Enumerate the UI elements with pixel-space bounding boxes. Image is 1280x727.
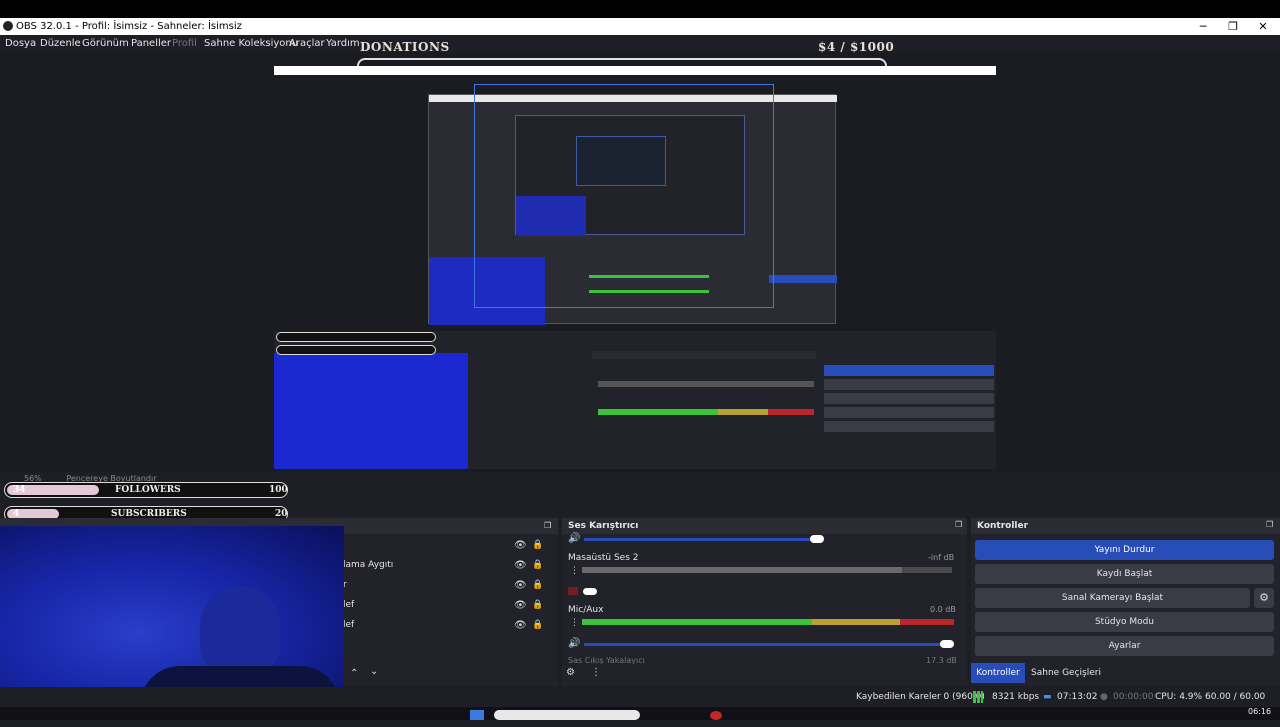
nested-webcam-large [274, 353, 468, 469]
mixer-header: Ses Karıştırıcı [562, 518, 967, 534]
volume-slider-handle[interactable] [583, 588, 597, 595]
mixer-menu-icon[interactable]: ⋮ [591, 667, 601, 678]
taskbar-clock: 06:16 [1248, 707, 1272, 716]
channel-menu-icon[interactable]: ⋮ [570, 618, 579, 628]
followers-goal: 100 [269, 485, 288, 495]
obs-logo-icon [3, 21, 13, 31]
menu-duzenle[interactable]: Düzenle [40, 35, 81, 52]
dropped-frames: Kaybedilen Kareler 0 (960.0) [856, 692, 985, 702]
undock-icon[interactable]: ❐ [544, 518, 551, 534]
menu-dosya[interactable]: Dosya [5, 35, 36, 52]
volume-slider-track[interactable] [584, 643, 944, 646]
close-button[interactable]: ✕ [1248, 18, 1278, 35]
channel-name-desktop: Masaüstü Ses 2 [568, 553, 639, 563]
donations-value: $4 / $1000 [818, 40, 895, 54]
channel-db-capture: 17.3 dB [926, 656, 957, 664]
preview-canvas[interactable] [274, 66, 996, 469]
move-down-icon[interactable]: ⌄ [370, 666, 378, 677]
channel-name-capture: Sas Cıkış Yakalayıcı [568, 656, 645, 664]
stream-time: 07:13:02 [1057, 692, 1098, 702]
followers-bar: 34 FOLLOWERS 100 [4, 482, 288, 498]
signal-icon [973, 691, 983, 703]
window-title: OBS 32.0.1 - Profil: İsimsiz - Sahneler:… [16, 21, 242, 32]
source-item-3[interactable]: lef [343, 600, 354, 610]
minimize-button[interactable]: ─ [1188, 18, 1218, 35]
virtual-camera-settings-icon[interactable]: ⚙ [1254, 588, 1274, 608]
speaker-icon[interactable]: 🔊 [568, 533, 580, 544]
person-head [200, 586, 280, 676]
top-black-strip [0, 0, 1280, 18]
undock-icon[interactable]: ❐ [955, 520, 962, 529]
volume-slider-track[interactable] [584, 538, 818, 541]
status-bar: Kaybedilen Kareler 0 (960.0) 8321 kbps ▬… [0, 687, 1280, 722]
speaker-icon[interactable]: 🔊 [568, 638, 580, 649]
tab-controls[interactable]: Kontroller [971, 663, 1025, 683]
taskbar: 06:16 [0, 707, 1280, 720]
nested-titlebar [274, 66, 996, 75]
visibility-eye-icon[interactable]: 👁 [514, 620, 527, 631]
move-up-icon[interactable]: ⌃ [350, 668, 358, 679]
followers-label: FOLLOWERS [115, 485, 181, 495]
channel-db-desktop: -inf dB [928, 553, 955, 562]
undock-icon[interactable]: ❐ [1266, 520, 1273, 529]
maximize-button[interactable]: ❐ [1218, 18, 1248, 35]
studio-mode-button[interactable]: Stüdyo Modu [975, 612, 1274, 632]
source-item-4[interactable]: lef [343, 620, 354, 630]
taskbar-search-box[interactable] [494, 710, 640, 720]
menu-gorunum[interactable]: Görünüm [82, 35, 129, 52]
bitrate: 8321 kbps [992, 692, 1040, 702]
volume-slider-handle[interactable] [810, 535, 824, 543]
record-icon: ● [1100, 692, 1108, 702]
menu-profil[interactable]: Profil [172, 35, 197, 52]
window-titlebar: OBS 32.0.1 - Profil: İsimsiz - Sahneler:… [0, 18, 1280, 35]
menu-paneller[interactable]: Paneller [131, 35, 171, 52]
lock-icon[interactable]: 🔒 [532, 540, 543, 550]
volume-slider-handle[interactable] [940, 640, 954, 648]
channel-menu-icon[interactable]: ⋮ [570, 566, 579, 576]
followers-count: 34 [13, 485, 26, 495]
nested-selection-box [474, 84, 774, 308]
source-item-1[interactable]: lama Aygıtı [343, 560, 393, 570]
lock-icon[interactable]: 🔒 [532, 620, 543, 630]
meter-mic [582, 619, 812, 625]
channel-db-mic: 0.0 dB [930, 605, 956, 614]
menu-araclar[interactable]: Araçlar [289, 35, 325, 52]
menu-bar: Dosya Düzenle Görünüm Paneller Profil Sa… [0, 35, 1280, 52]
menu-yardim[interactable]: Yardım [326, 35, 360, 52]
record-time: 00:00:00 [1113, 692, 1154, 702]
controls-header: Kontroller [971, 518, 1280, 534]
windows-start-icon[interactable] [470, 710, 484, 720]
stream-icon: ▬ [1043, 692, 1052, 702]
tab-scene-transitions[interactable]: Sahne Geçişleri [1031, 663, 1101, 683]
lock-icon[interactable]: 🔒 [532, 560, 543, 570]
start-virtual-camera-button[interactable]: Sanal Kamerayı Başlat [975, 588, 1250, 608]
nested-subscribers-bar [276, 345, 436, 355]
settings-button[interactable]: Ayarlar [975, 636, 1274, 656]
visibility-eye-icon[interactable]: 👁 [514, 540, 527, 551]
nested-followers-bar [276, 332, 436, 342]
cpu-usage: CPU: 4.9% [1155, 692, 1203, 702]
stop-stream-button[interactable]: Yayını Durdur [975, 540, 1274, 560]
menu-sahne-koleksiyonu[interactable]: Sahne Koleksiyonu [204, 35, 298, 52]
start-recording-button[interactable]: Kaydı Başlat [975, 564, 1274, 584]
gear-icon[interactable]: ⚙ [566, 667, 575, 678]
app-icon[interactable] [710, 711, 722, 720]
visibility-eye-icon[interactable]: 👁 [514, 580, 527, 591]
mute-icon[interactable] [568, 587, 578, 595]
lock-icon[interactable]: 🔒 [532, 580, 543, 590]
visibility-eye-icon[interactable]: 👁 [514, 560, 527, 571]
donations-label: DONATIONS [360, 40, 450, 54]
visibility-eye-icon[interactable]: 👁 [514, 600, 527, 611]
channel-name-mic: Mic/Aux [568, 605, 604, 615]
lock-icon[interactable]: 🔒 [532, 600, 543, 610]
